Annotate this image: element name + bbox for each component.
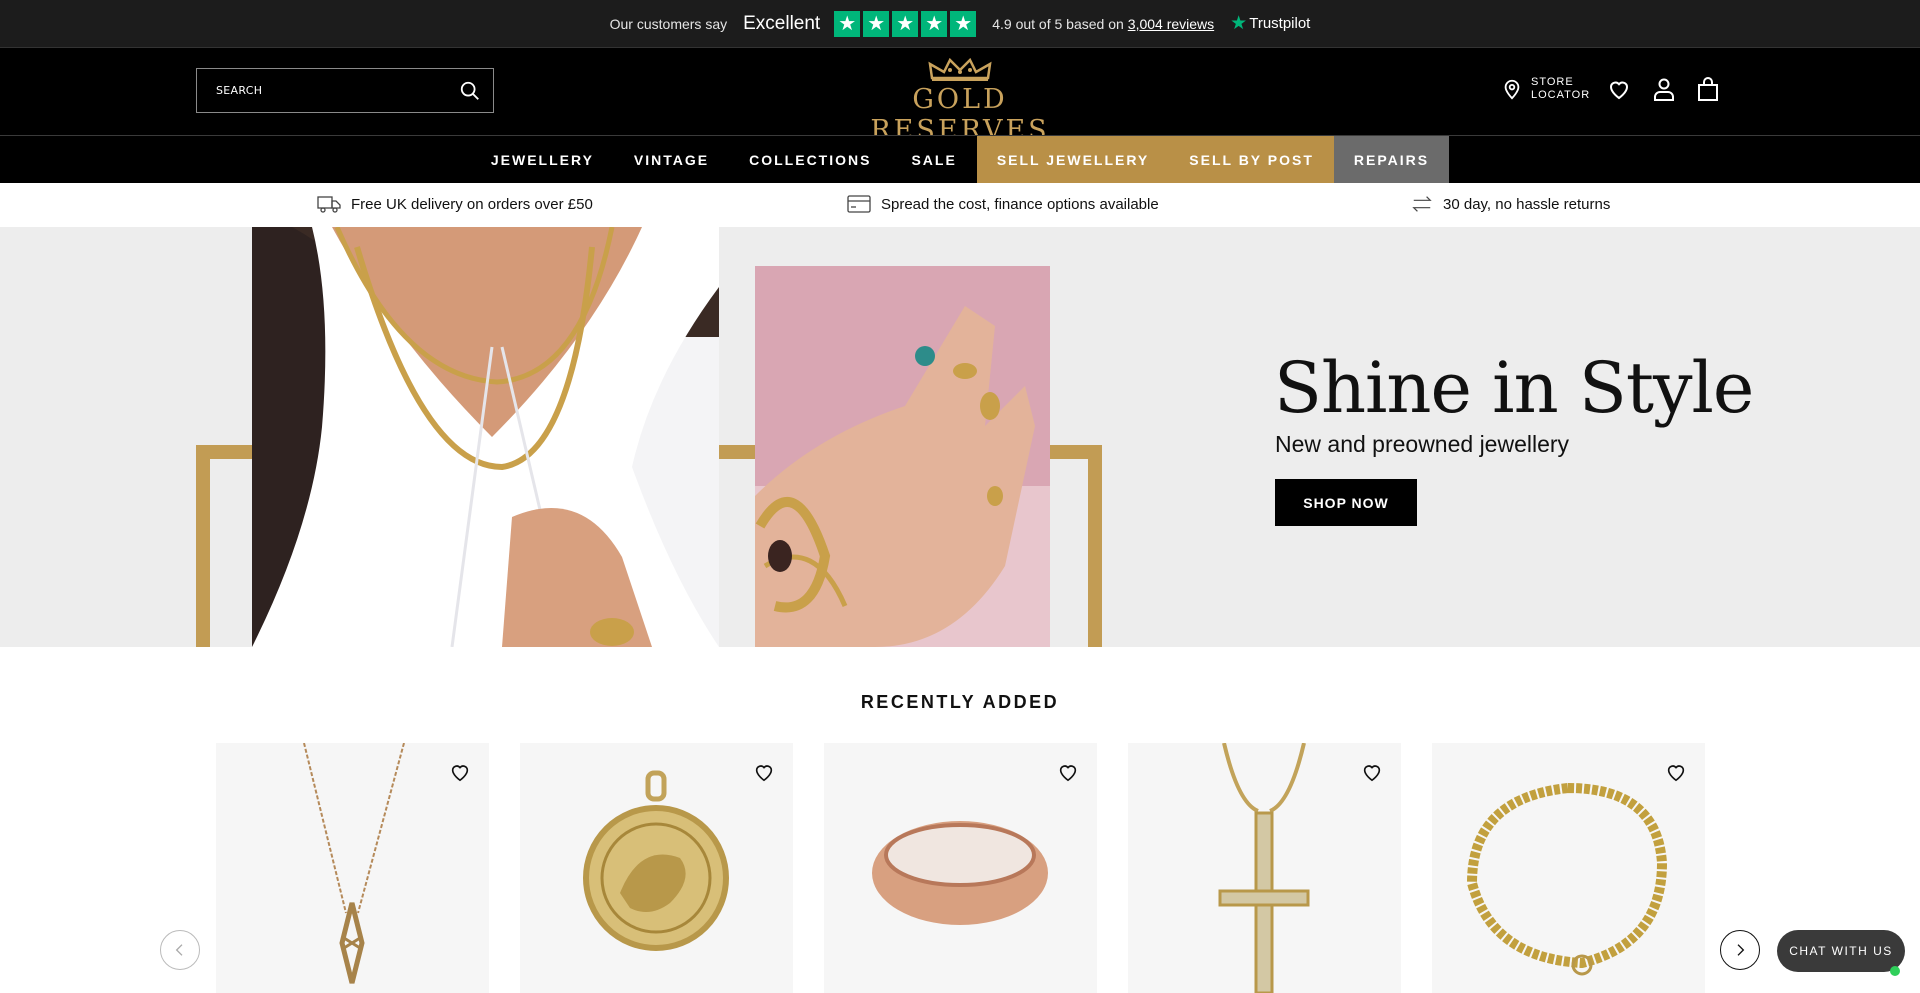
usp-returns: 30 day, no hassle returns	[1411, 194, 1610, 214]
nav-sale[interactable]: SALE	[891, 136, 976, 184]
star-icon: ★	[950, 10, 977, 37]
nav-jewellery[interactable]: JEWELLERY	[471, 136, 614, 184]
nav-repairs[interactable]: REPAIRS	[1333, 136, 1450, 184]
store-locator-link[interactable]: STORE LOCATOR	[1501, 76, 1591, 102]
nav-vintage[interactable]: VINTAGE	[614, 136, 729, 184]
map-pin-icon	[1504, 79, 1520, 100]
trustpilot-rating: 4.9 out of 5 based on	[992, 15, 1124, 32]
trustpilot-verdict: Excellent	[743, 12, 821, 34]
usp-delivery-text: Free UK delivery on orders over £50	[351, 195, 593, 213]
crown-logo-icon	[928, 58, 992, 81]
delivery-truck-icon	[317, 196, 341, 213]
header-icons: STORE LOCATOR	[1501, 76, 1720, 102]
carousel-next-button[interactable]	[1720, 930, 1760, 970]
product-card[interactable]	[1128, 743, 1401, 993]
store-locator-label: STORE LOCATOR	[1531, 76, 1591, 101]
trustpilot-brand: Trustpilot	[1249, 15, 1311, 32]
search-input[interactable]	[197, 69, 459, 112]
credit-card-icon	[847, 195, 871, 213]
nav-sell-jewellery[interactable]: SELL JEWELLERY	[976, 136, 1170, 184]
recently-added-heading: RECENTLY ADDED	[860, 692, 1060, 712]
usp-bar: Free UK delivery on orders over £50 Spre…	[0, 183, 1920, 227]
shopping-bag-icon[interactable]	[1696, 76, 1720, 102]
nav-sell-by-post[interactable]: SELL BY POST	[1169, 136, 1334, 184]
product-card[interactable]	[1432, 743, 1705, 993]
nav-collections[interactable]: COLLECTIONS	[729, 136, 891, 184]
product-card[interactable]	[216, 743, 489, 993]
wishlist-heart-icon[interactable]	[753, 761, 775, 783]
returns-arrows-icon	[1412, 196, 1432, 212]
main-nav: JEWELLERY VINTAGE COLLECTIONS SALE SELL …	[0, 135, 1920, 184]
product-carousel	[216, 743, 1716, 993]
wishlist-heart-icon[interactable]	[1361, 761, 1383, 783]
logo[interactable]: GOLD RESERVES	[820, 58, 1100, 146]
usp-finance: Spread the cost, finance options availab…	[847, 194, 1159, 214]
hero-subtitle: New and preowned jewellery	[1275, 431, 1570, 457]
search-icon[interactable]	[459, 80, 481, 102]
chevron-left-icon	[175, 944, 183, 956]
star-icon: ★	[834, 10, 861, 37]
trustpilot-logo[interactable]: ★ Trustpilot	[1230, 12, 1310, 35]
shop-now-button[interactable]: SHOP NOW	[1275, 479, 1417, 526]
usp-returns-text: 30 day, no hassle returns	[1443, 195, 1611, 213]
chevron-right-icon	[1737, 944, 1745, 956]
wishlist-heart-icon[interactable]	[449, 761, 471, 783]
trustpilot-customers-say: Our customers say	[609, 15, 728, 32]
account-user-icon[interactable]	[1652, 76, 1676, 102]
star-icon: ★	[921, 10, 948, 37]
hero-banner: Shine in Style New and preowned jeweller…	[0, 227, 1920, 647]
gold-frame-decoration	[196, 445, 252, 647]
chat-with-us-button[interactable]: CHAT WITH US	[1777, 930, 1905, 972]
trustpilot-bar: Our customers say Excellent ★ ★ ★ ★ ★ 4.…	[0, 0, 1920, 47]
site-header: GOLD RESERVES STORE LOCATOR	[0, 47, 1920, 146]
trustpilot-reviews-link[interactable]: 3,004 reviews	[1128, 16, 1214, 32]
chat-online-indicator	[1890, 966, 1900, 976]
hero-image-rings	[755, 266, 1050, 647]
product-card[interactable]	[520, 743, 793, 993]
search-box	[196, 68, 494, 113]
star-icon: ★	[892, 10, 919, 37]
carousel-prev-button[interactable]	[160, 930, 200, 970]
trustpilot-star-icon: ★	[1230, 13, 1248, 34]
hero-title: Shine in Style	[1274, 347, 1754, 429]
wishlist-heart-icon[interactable]	[1606, 77, 1632, 101]
wishlist-heart-icon[interactable]	[1057, 761, 1079, 783]
hero-image-necklaces	[252, 227, 719, 647]
usp-finance-text: Spread the cost, finance options availab…	[881, 195, 1159, 213]
trustpilot-stars: ★ ★ ★ ★ ★	[834, 10, 977, 37]
star-icon: ★	[863, 10, 890, 37]
product-card[interactable]	[824, 743, 1097, 993]
usp-delivery: Free UK delivery on orders over £50	[317, 194, 593, 214]
wishlist-heart-icon[interactable]	[1665, 761, 1687, 783]
